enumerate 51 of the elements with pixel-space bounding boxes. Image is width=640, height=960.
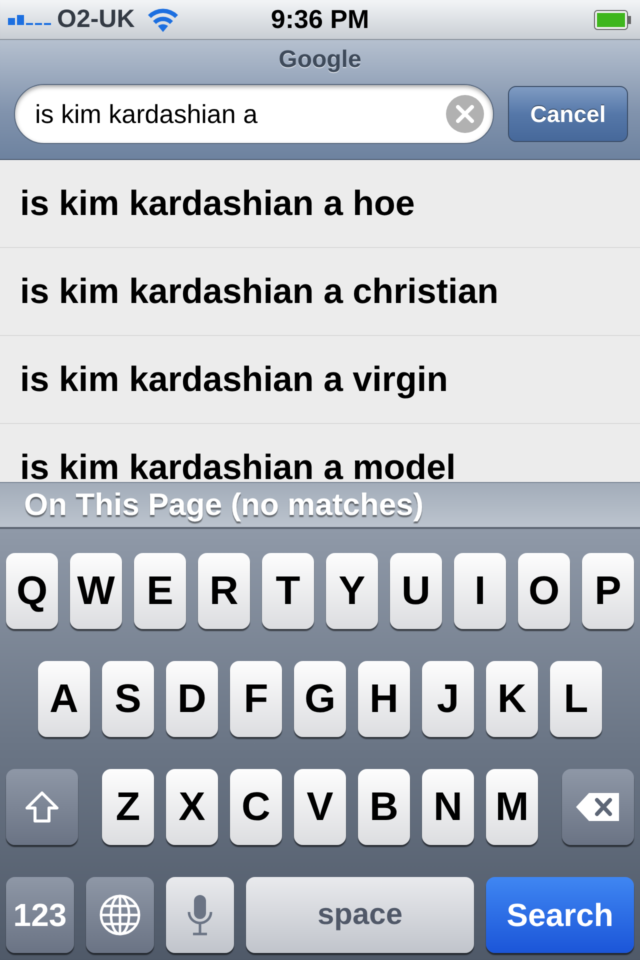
letter-key[interactable]: T bbox=[262, 553, 314, 629]
clock-time: 9:36 PM bbox=[270, 4, 370, 35]
letter-key[interactable]: X bbox=[166, 769, 218, 845]
letter-key[interactable]: L bbox=[550, 661, 602, 737]
letter-key[interactable]: Z bbox=[102, 769, 154, 845]
letter-key[interactable]: Q bbox=[6, 553, 58, 629]
battery-icon bbox=[594, 10, 632, 30]
numbers-key[interactable]: 123 bbox=[6, 877, 74, 953]
letter-key[interactable]: A bbox=[38, 661, 90, 737]
microphone-icon bbox=[187, 894, 213, 936]
signal-icon bbox=[8, 14, 51, 24]
letter-key[interactable]: W bbox=[70, 553, 122, 629]
letter-key[interactable]: Y bbox=[326, 553, 378, 629]
suggestion-item[interactable]: is kim kardashian a hoe bbox=[20, 184, 415, 224]
wifi-icon bbox=[146, 8, 179, 32]
letter-key[interactable]: F bbox=[230, 661, 282, 737]
space-key[interactable]: space bbox=[246, 877, 474, 953]
backspace-key[interactable] bbox=[562, 769, 634, 845]
cancel-button[interactable]: Cancel bbox=[508, 86, 628, 142]
letter-key[interactable]: R bbox=[198, 553, 250, 629]
globe-icon bbox=[99, 894, 141, 936]
globe-key[interactable] bbox=[86, 877, 154, 953]
search-field[interactable]: is kim kardashian a bbox=[14, 84, 494, 144]
letter-key[interactable]: U bbox=[390, 553, 442, 629]
letter-key[interactable]: M bbox=[486, 769, 538, 845]
search-key[interactable]: Search bbox=[486, 877, 634, 953]
clear-icon bbox=[456, 105, 474, 123]
letter-key[interactable]: P bbox=[582, 553, 634, 629]
carrier-name: O2-UK bbox=[57, 5, 135, 34]
suggestion-item[interactable]: is kim kardashian a christian bbox=[20, 272, 499, 312]
letter-key[interactable]: C bbox=[230, 769, 282, 845]
letter-key[interactable]: K bbox=[486, 661, 538, 737]
letter-key[interactable]: D bbox=[166, 661, 218, 737]
letter-key[interactable]: J bbox=[422, 661, 474, 737]
page-title: Google bbox=[278, 46, 362, 74]
letter-key[interactable]: O bbox=[518, 553, 570, 629]
suggestion-item[interactable]: is kim kardashian a model bbox=[20, 448, 456, 482]
shift-key[interactable] bbox=[6, 769, 78, 845]
section-header: On This Page (no matches) bbox=[24, 487, 424, 523]
shift-arrow-icon bbox=[25, 791, 59, 823]
letter-key[interactable]: N bbox=[422, 769, 474, 845]
letter-key[interactable]: H bbox=[358, 661, 410, 737]
suggestion-item[interactable]: is kim kardashian a virgin bbox=[20, 360, 448, 400]
letter-key[interactable]: S bbox=[102, 661, 154, 737]
backspace-icon bbox=[575, 792, 621, 822]
letter-key[interactable]: V bbox=[294, 769, 346, 845]
letter-key[interactable]: B bbox=[358, 769, 410, 845]
letter-key[interactable]: I bbox=[454, 553, 506, 629]
letter-key[interactable]: E bbox=[134, 553, 186, 629]
microphone-key[interactable] bbox=[166, 877, 234, 953]
letter-key[interactable]: G bbox=[294, 661, 346, 737]
